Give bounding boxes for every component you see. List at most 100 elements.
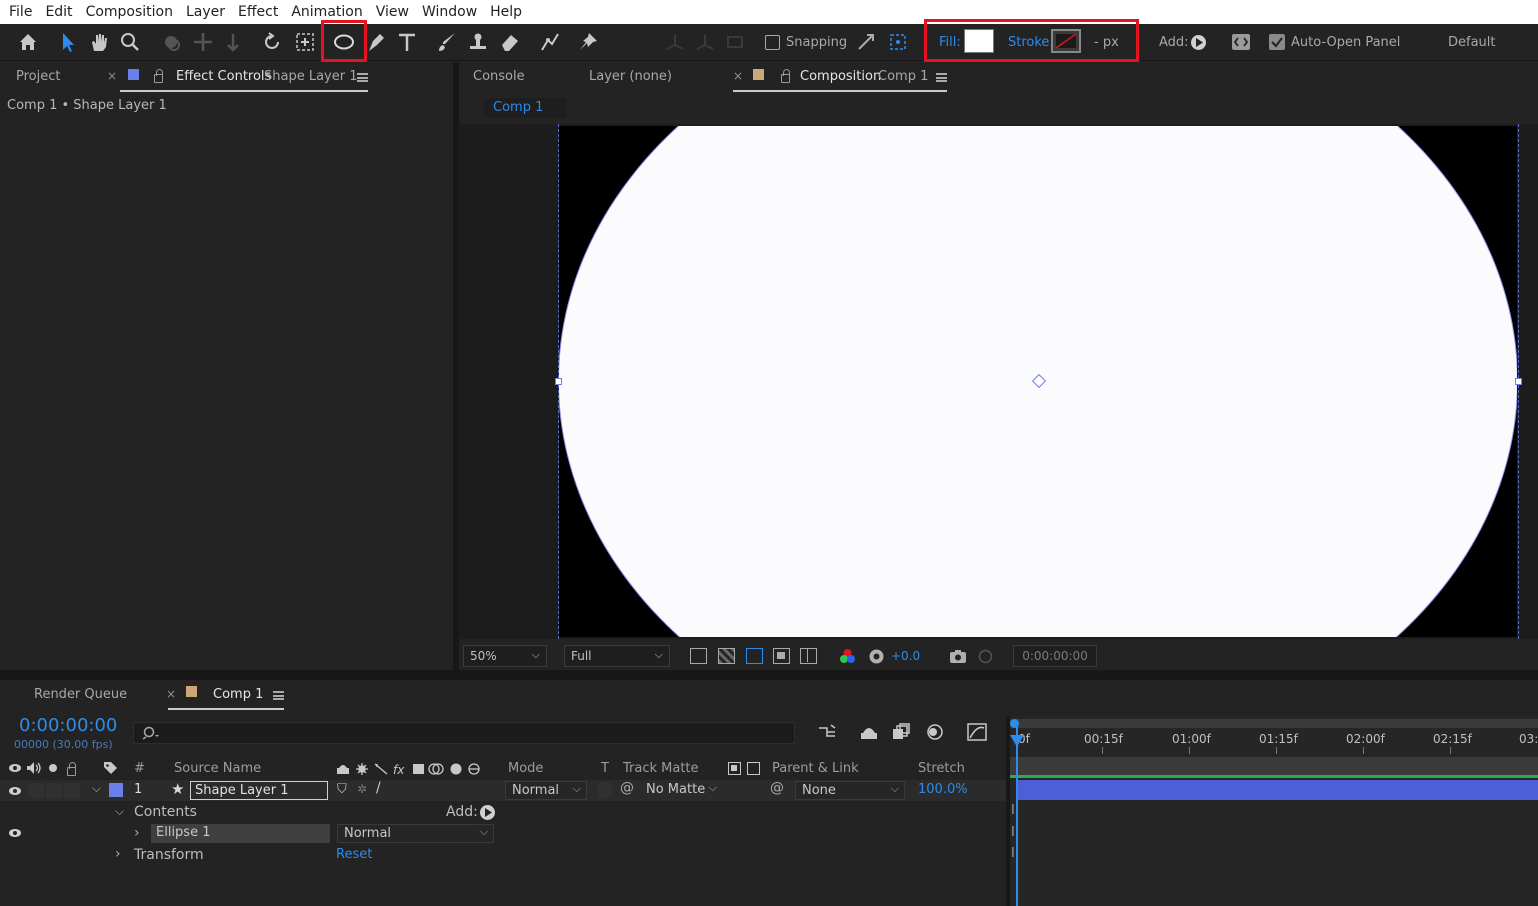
tab-project[interactable]: Project [16, 69, 60, 84]
timeline-search-input[interactable] [133, 722, 795, 744]
frame-blending-icon[interactable] [891, 723, 911, 741]
composition-viewer[interactable] [459, 124, 1538, 639]
grid-guides-icon[interactable] [800, 648, 817, 664]
tab-console[interactable]: Console [473, 69, 525, 84]
layer-label-color[interactable] [109, 783, 123, 797]
reset-exposure-icon[interactable] [868, 648, 885, 665]
zoom-tool-icon[interactable] [117, 29, 143, 55]
orbit-camera-icon[interactable] [158, 29, 184, 55]
graph-editor-icon[interactable] [967, 723, 987, 741]
axis-view-icon[interactable] [722, 29, 748, 55]
quality-switch-icon[interactable]: / [376, 780, 381, 796]
parent-pickwhip-icon[interactable]: @ [770, 780, 784, 796]
preserve-transparency-switch[interactable] [597, 782, 612, 798]
layer-duration-bar[interactable] [1016, 780, 1538, 800]
home-icon[interactable] [15, 29, 41, 55]
lock-switch[interactable] [64, 783, 80, 798]
playhead-handle[interactable] [1010, 735, 1024, 747]
transparency-grid-icon[interactable] [718, 648, 735, 664]
layer-visibility-icon[interactable] [8, 785, 22, 797]
shy-layers-icon[interactable] [859, 723, 879, 741]
comp-subtab[interactable]: Comp 1 [484, 98, 566, 118]
tab-comp[interactable]: Comp 1 [213, 687, 263, 702]
contents-add-icon[interactable] [480, 805, 495, 820]
bounding-handle-left[interactable] [555, 378, 562, 385]
menu-file[interactable]: File [9, 4, 32, 20]
close-tab-icon[interactable]: × [107, 69, 117, 83]
region-of-interest-icon[interactable] [773, 648, 790, 664]
fill-color-swatch[interactable] [964, 29, 994, 53]
resolution-dropdown[interactable]: Full ⌵ [564, 645, 670, 667]
clone-stamp-icon[interactable] [465, 29, 491, 55]
roto-brush-icon[interactable] [537, 29, 563, 55]
snapshot-camera-icon[interactable] [949, 649, 967, 664]
ellipse-group-name[interactable]: Ellipse 1 [151, 824, 330, 843]
work-area-bar[interactable] [1010, 719, 1538, 728]
audio-switch[interactable] [28, 783, 44, 798]
menu-animation[interactable]: Animation [291, 4, 362, 20]
auto-open-panel-checkbox[interactable] [1269, 34, 1285, 50]
lock-icon[interactable] [154, 69, 163, 83]
solo-switch[interactable] [46, 783, 62, 798]
exposure-value[interactable]: +0.0 [891, 649, 920, 663]
close-tab-icon[interactable]: × [733, 69, 743, 83]
track-matte-dropdown[interactable]: No Matte ⌵ [640, 781, 722, 800]
selection-tool-icon[interactable] [55, 29, 81, 55]
stroke-label[interactable]: Stroke: [1008, 35, 1054, 50]
panel-menu-icon[interactable] [273, 691, 284, 700]
bounding-handle-right[interactable] [1515, 378, 1522, 385]
brush-tool-icon[interactable] [434, 29, 460, 55]
toggle-panel-icon[interactable] [1228, 29, 1254, 55]
add-menu-icon[interactable] [1191, 35, 1206, 50]
menu-edit[interactable]: Edit [45, 4, 72, 20]
matte-pickwhip-icon[interactable]: @ [620, 780, 634, 796]
pan-camera-icon[interactable] [190, 29, 216, 55]
hand-tool-icon[interactable] [86, 29, 112, 55]
fill-label[interactable]: Fill: [939, 35, 961, 50]
stretch-value[interactable]: 100.0% [918, 782, 968, 797]
parent-link-dropdown[interactable]: None ⌵ [795, 781, 905, 800]
composition-mini-flowchart-icon[interactable] [817, 723, 837, 741]
tab-layer[interactable]: Layer (none) [589, 69, 672, 84]
zoom-dropdown[interactable]: 50% ⌵ [463, 645, 547, 667]
menu-view[interactable]: View [376, 4, 409, 20]
channel-rgb-icon[interactable] [839, 648, 856, 665]
fast-previews-icon[interactable] [690, 648, 707, 664]
current-time-display[interactable]: 0:00:00:00 [19, 715, 117, 736]
panel-menu-icon[interactable] [936, 73, 947, 82]
current-time-field[interactable]: 0:00:00:00 [1013, 645, 1097, 667]
snapping-checkbox[interactable] [765, 35, 780, 50]
chevron-right-icon[interactable]: › [115, 846, 121, 862]
layer-mode-dropdown[interactable]: Normal ⌵ [505, 781, 587, 800]
type-tool-icon[interactable] [394, 29, 420, 55]
menu-layer[interactable]: Layer [186, 4, 225, 20]
stroke-width-value[interactable]: - px [1094, 35, 1119, 50]
ellipse-mode-dropdown[interactable]: Normal ⌵ [337, 824, 494, 843]
menu-effect[interactable]: Effect [238, 4, 278, 20]
effect-controls-target[interactable]: Shape Layer 1 [264, 69, 358, 84]
stroke-color-swatch[interactable] [1051, 29, 1081, 53]
close-tab-icon[interactable]: × [166, 687, 176, 701]
panel-divider[interactable] [0, 670, 1538, 680]
shy-switch-icon[interactable]: ⛉ [337, 782, 347, 797]
snap-edges-icon[interactable] [853, 29, 879, 55]
axis-world-icon[interactable] [692, 29, 718, 55]
lock-icon[interactable] [781, 69, 790, 83]
panel-menu-icon[interactable] [357, 73, 368, 82]
dolly-camera-icon[interactable] [220, 29, 246, 55]
show-snapshot-icon[interactable] [977, 649, 994, 664]
menu-composition[interactable]: Composition [86, 4, 173, 20]
chevron-down-icon[interactable]: ⌵ [115, 804, 124, 819]
snap-features-icon[interactable] [885, 29, 911, 55]
pan-behind-tool-icon[interactable] [292, 29, 318, 55]
chevron-right-icon[interactable]: › [134, 825, 140, 841]
axis-local-icon[interactable] [662, 29, 688, 55]
mask-visibility-icon[interactable] [746, 648, 763, 664]
layer-name-field[interactable]: Shape Layer 1 [190, 781, 328, 800]
rotation-tool-icon[interactable] [259, 29, 285, 55]
column-source-name[interactable]: Source Name [174, 761, 261, 776]
menu-window[interactable]: Window [422, 4, 477, 20]
workspace-default[interactable]: Default [1448, 35, 1496, 50]
collapse-switch-icon[interactable]: ✲ [357, 782, 367, 796]
tab-effect-controls[interactable]: Effect Controls [176, 69, 271, 84]
